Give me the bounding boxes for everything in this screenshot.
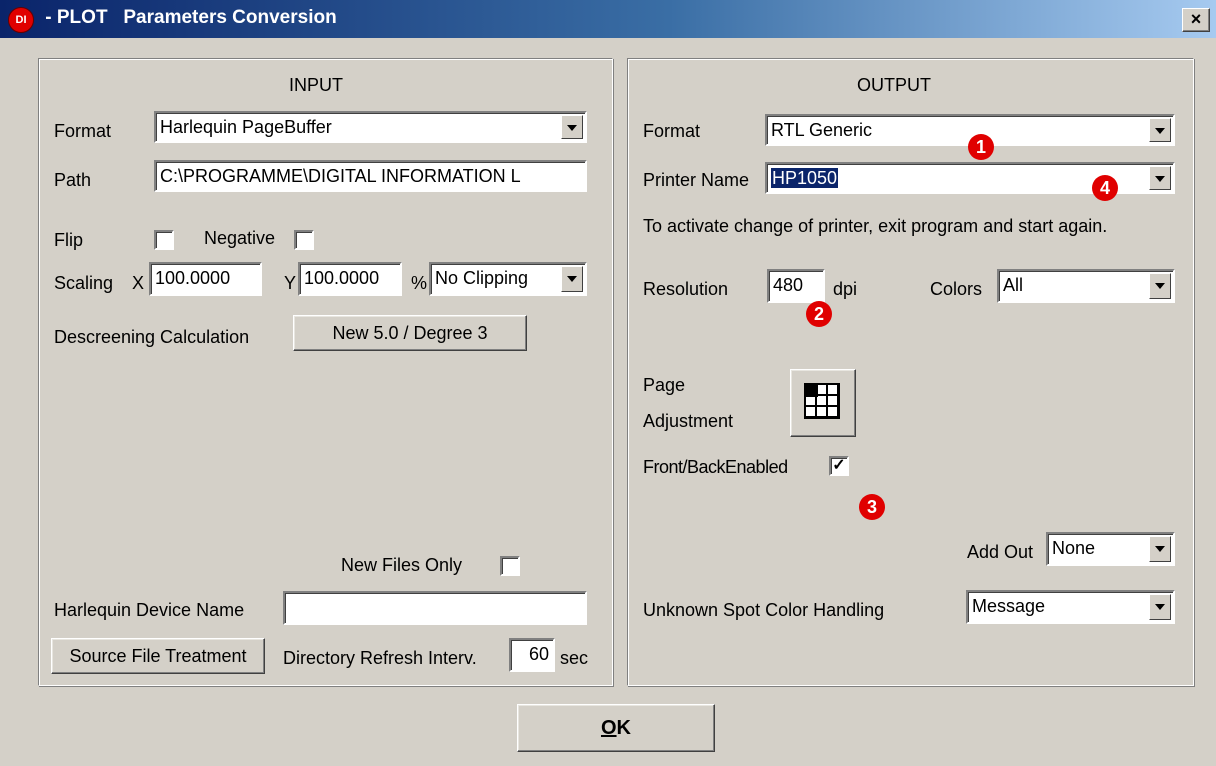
new-files-only-label: New Files Only — [341, 555, 463, 575]
chevron-down-icon[interactable] — [1149, 166, 1171, 190]
input-path-label: Path — [54, 170, 92, 190]
device-name-field[interactable] — [283, 591, 587, 625]
scaling-x-label: X — [132, 273, 145, 293]
colors-select[interactable]: All — [997, 269, 1175, 303]
colors-label: Colors — [930, 279, 983, 299]
resolution-field[interactable]: 480 — [767, 269, 825, 303]
output-format-value: RTL Generic — [771, 120, 873, 140]
window-title: - PLOT Parameters Conversion — [40, 7, 337, 28]
spot-color-label: Unknown Spot Color Handling — [643, 600, 885, 620]
percent-label: % — [411, 273, 428, 293]
output-panel: OUTPUT Format RTL Generic Printer Name H… — [627, 58, 1194, 686]
chevron-down-icon[interactable] — [1149, 594, 1171, 620]
descreening-label: Descreening Calculation — [54, 327, 250, 347]
page-adjustment-button[interactable] — [790, 369, 856, 437]
resolution-label: Resolution — [643, 279, 729, 299]
chevron-down-icon[interactable] — [1149, 273, 1171, 299]
input-format-select[interactable]: Harlequin PageBuffer — [154, 111, 587, 143]
input-panel: INPUT Format Harlequin PageBuffer Path C… — [38, 58, 613, 686]
annotation-badge-1: 1 — [968, 134, 994, 160]
output-format-label: Format — [643, 121, 701, 141]
descreening-button[interactable]: New 5.0 / Degree 3 — [293, 315, 527, 351]
new-files-only-checkbox[interactable] — [500, 556, 520, 576]
annotation-badge-3: 3 — [859, 494, 885, 520]
output-heading: OUTPUT — [857, 75, 931, 95]
app-icon[interactable]: DI — [8, 7, 34, 33]
flip-checkbox[interactable] — [154, 230, 174, 250]
add-out-value: None — [1052, 538, 1096, 558]
negative-label: Negative — [204, 228, 276, 248]
add-out-label: Add Out — [967, 542, 1034, 562]
input-format-value: Harlequin PageBuffer — [160, 117, 332, 137]
negative-checkbox[interactable] — [294, 230, 314, 250]
close-button[interactable]: × — [1182, 8, 1210, 32]
printer-change-hint: To activate change of printer, exit prog… — [643, 216, 1108, 236]
input-path-field[interactable]: C:\PROGRAMME\DIGITAL INFORMATION L — [154, 160, 587, 192]
annotation-badge-4: 4 — [1092, 175, 1118, 201]
annotation-badge-2: 2 — [806, 301, 832, 327]
page-adjustment-label-1: Page — [643, 375, 686, 395]
resolution-unit-label: dpi — [833, 279, 858, 299]
refresh-interval-label: Directory Refresh Interv. — [283, 648, 477, 668]
colors-value: All — [1003, 275, 1024, 295]
input-format-label: Format — [54, 121, 112, 141]
scaling-y-label: Y — [284, 273, 297, 293]
ok-button-label: K — [616, 717, 631, 739]
chevron-down-icon[interactable] — [561, 266, 583, 292]
add-out-select[interactable]: None — [1046, 532, 1175, 566]
device-name-label: Harlequin Device Name — [54, 600, 245, 620]
input-heading: INPUT — [289, 75, 343, 95]
scaling-y-field[interactable]: 100.0000 — [298, 262, 402, 296]
flip-label: Flip — [54, 230, 84, 250]
front-back-label: Front/BackEnabled — [643, 457, 788, 477]
spot-color-value: Message — [972, 596, 1046, 616]
clipping-value: No Clipping — [435, 268, 529, 288]
refresh-unit-label: sec — [560, 648, 589, 668]
ok-button[interactable]: OK — [517, 704, 715, 752]
scaling-label: Scaling — [54, 273, 114, 293]
front-back-checkbox[interactable]: ✓ — [829, 456, 849, 476]
clipping-select[interactable]: No Clipping — [429, 262, 587, 296]
page-adjustment-label-2: Adjustment — [643, 411, 734, 431]
printer-name-value: HP1050 — [771, 168, 839, 188]
source-file-treatment-button[interactable]: Source File Treatment — [51, 638, 265, 674]
refresh-interval-field[interactable]: 60 — [509, 638, 555, 672]
ok-button-mnemonic: O — [600, 717, 617, 739]
title-bar: DI - PLOT Parameters Conversion × — [0, 0, 1216, 38]
spot-color-select[interactable]: Message — [966, 590, 1175, 624]
printer-name-label: Printer Name — [643, 170, 750, 190]
chevron-down-icon[interactable] — [561, 115, 583, 139]
grid-icon — [804, 383, 840, 419]
chevron-down-icon[interactable] — [1149, 118, 1171, 142]
chevron-down-icon[interactable] — [1149, 536, 1171, 562]
scaling-x-field[interactable]: 100.0000 — [149, 262, 262, 296]
